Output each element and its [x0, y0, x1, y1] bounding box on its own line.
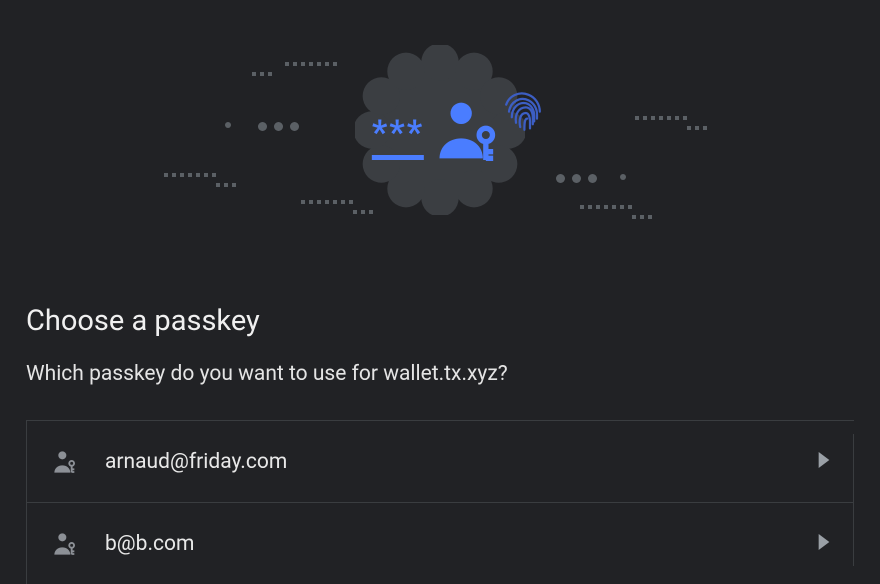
password-icon: ***: [372, 113, 424, 160]
hero-illustration: ***: [0, 0, 880, 260]
passkey-label: arnaud@friday.com: [105, 450, 818, 474]
page-title: Choose a passkey: [26, 304, 854, 338]
passkey-item[interactable]: b@b.com: [27, 502, 854, 584]
chevron-right-icon: [818, 534, 830, 554]
scrollbar-track[interactable]: [853, 434, 857, 566]
person-key-icon: [45, 446, 85, 478]
passkey-label: b@b.com: [105, 532, 818, 556]
passkey-item[interactable]: arnaud@friday.com: [27, 420, 854, 502]
fingerprint-icon: [495, 85, 551, 145]
chevron-right-icon: [818, 452, 830, 472]
page-subtitle: Which passkey do you want to use for wal…: [26, 362, 854, 386]
person-key-icon: [45, 528, 85, 560]
passkey-list: arnaud@friday.com b@b.com: [26, 420, 854, 584]
